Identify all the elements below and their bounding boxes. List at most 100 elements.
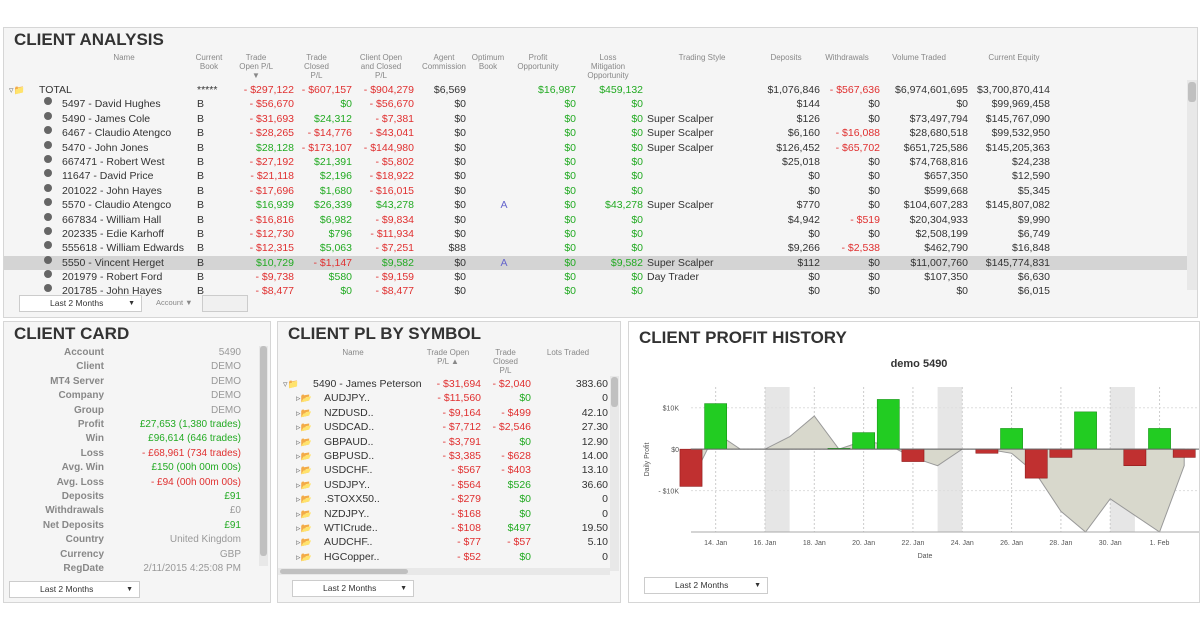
cell-dep: $0 xyxy=(808,227,820,240)
pl-row[interactable]: ▿📁 5490 - James Peterson - $31,694 - $2,040… xyxy=(278,377,613,391)
pl-period-dropdown[interactable]: Last 2 Months ▼ xyxy=(292,580,414,597)
cell-oc: - $8,477 xyxy=(375,285,414,298)
analysis-col-header[interactable]: Current Equity xyxy=(974,53,1054,62)
expand-arrow-icon[interactable]: ▹📂 xyxy=(296,463,312,477)
analysis-col-header[interactable]: Withdrawals xyxy=(816,53,878,62)
expand-folder-icon[interactable]: ▿📁 xyxy=(9,83,25,97)
table-row[interactable]: 201022 - John Hayes B - $17,696 $1,680 - $16… xyxy=(4,183,1187,198)
expand-arrow-icon[interactable]: ▹📂 xyxy=(296,420,312,434)
table-row[interactable]: 5490 - James Cole B - $31,693 $24,312 - $7,3… xyxy=(4,111,1187,126)
expand-folder-icon[interactable]: ▿📁 xyxy=(283,377,299,391)
pl-col-header[interactable]: Trade Closed P/L xyxy=(483,348,528,375)
total-row[interactable]: ▿📁 TOTAL ***** - $297,122 - $607,157 - $904,2… xyxy=(4,83,1187,97)
history-period-dropdown[interactable]: Last 2 Months ▼ xyxy=(644,577,768,594)
analysis-col-header[interactable]: Agent Commission xyxy=(422,53,466,71)
cell-open: - $77 xyxy=(457,536,481,549)
pl-row[interactable]: ▹📂 USDCAD.. - $7,712 - $2,546 27.30 xyxy=(278,420,613,434)
cell-eq: $9,990 xyxy=(1017,213,1050,226)
table-row[interactable]: 555618 - William Edwards B - $12,315 $5,063… xyxy=(4,241,1187,255)
expand-arrow-icon[interactable]: ▹📂 xyxy=(296,449,312,463)
table-row[interactable]: 202335 - Edie Karhoff B - $12,730 $796 - $11… xyxy=(4,226,1187,241)
bar[interactable] xyxy=(1148,428,1171,450)
analysis-period-dropdown[interactable]: Last 2 Months ▼ xyxy=(19,295,142,312)
card-period-dropdown[interactable]: Last 2 Months ▼ xyxy=(9,581,140,598)
table-row[interactable]: 5497 - David Hughes B - $56,670 $0 - $56,670… xyxy=(4,97,1187,111)
pl-col-header[interactable]: Lots Traded xyxy=(538,348,598,357)
analysis-col-header[interactable]: Trade Open P/L ▼ xyxy=(236,53,276,80)
pl-row[interactable]: ▹📂 NZDJPY.. - $168 $0 0 xyxy=(278,507,613,521)
pl-row[interactable]: ▹📂 HGCopper.. - $52 $0 0 xyxy=(278,550,613,564)
cell-agent: $0 xyxy=(454,170,466,183)
expand-arrow-icon[interactable]: ▹📂 xyxy=(296,406,312,420)
table-row[interactable]: 6467 - Claudio Atengco B - $28,265 - $14,77… xyxy=(4,126,1187,140)
pl-row[interactable]: ▹📂 NZDUSD.. - $9,164 - $499 42.10 xyxy=(278,406,613,420)
card-scroll-thumb[interactable] xyxy=(260,346,267,556)
cell-open: - $21,118 xyxy=(250,170,294,183)
bar[interactable] xyxy=(1123,448,1147,466)
table-row[interactable]: 5470 - John Jones B $28,128 - $173,107 - $14… xyxy=(4,140,1187,155)
pl-row[interactable]: ▹📂 USDJPY.. - $564 $526 36.60 xyxy=(278,478,613,492)
table-row[interactable]: 5570 - Claudio Atengco B $16,939 $26,339 $43… xyxy=(4,198,1187,212)
bar[interactable] xyxy=(704,403,728,450)
pl-row[interactable]: ▹📂 AUDJPY.. - $11,560 $0 0 xyxy=(278,391,613,405)
pl-scroll-thumb[interactable] xyxy=(611,377,618,407)
expand-arrow-icon[interactable]: ▹📂 xyxy=(296,507,312,521)
bar[interactable] xyxy=(1000,428,1023,450)
pl-row[interactable]: ▹📂 GBPAUD.. - $3,791 $0 12.90 xyxy=(278,435,613,449)
bar[interactable] xyxy=(852,432,875,450)
table-row[interactable]: 11647 - David Price B - $21,118 $2,196 - $18… xyxy=(4,169,1187,183)
bar[interactable] xyxy=(876,399,900,450)
expand-arrow-icon[interactable]: ▹📂 xyxy=(296,521,312,535)
card-scrollbar[interactable] xyxy=(259,346,268,566)
cell-vol: $11,007,760 xyxy=(910,256,968,269)
cell-lots: 42.10 xyxy=(581,406,608,419)
analysis-col-header[interactable]: Current Book xyxy=(194,53,224,71)
cell-eq: $24,238 xyxy=(1012,155,1050,168)
analysis-col-header[interactable]: Trade Closed P/L xyxy=(294,53,339,80)
account-filter-label[interactable]: Account ▼ xyxy=(156,298,193,307)
analysis-col-header[interactable]: Optimum Book xyxy=(470,53,506,71)
cell-open: $10,729 xyxy=(256,256,294,269)
analysis-scrollbar[interactable] xyxy=(1187,80,1197,290)
analysis-scroll-thumb[interactable] xyxy=(1188,82,1196,102)
bar[interactable] xyxy=(975,448,999,454)
cell-lots: 36.60 xyxy=(581,478,608,491)
analysis-col-header[interactable]: Loss Mitigation Opportunity xyxy=(580,53,636,80)
bar[interactable] xyxy=(1074,411,1097,450)
bar[interactable] xyxy=(1049,448,1073,458)
expand-arrow-icon[interactable]: ▹📂 xyxy=(296,435,312,449)
table-row[interactable]: 667834 - William Hall B - $16,816 $6,982 - $… xyxy=(4,212,1187,227)
pl-scrollbar[interactable] xyxy=(610,376,619,571)
pl-col-header[interactable]: Trade Open P/L ▲ xyxy=(418,348,478,366)
table-row[interactable]: 201785 - John Hayes B - $8,477 $0- $8,477 $0… xyxy=(4,284,1187,298)
analysis-col-header[interactable]: Trading Style xyxy=(654,53,750,62)
analysis-col-header[interactable]: Client Open and Closed P/L xyxy=(356,53,406,80)
pl-col-header[interactable]: Name xyxy=(308,348,398,357)
analysis-col-header[interactable]: Volume Traded xyxy=(884,53,954,62)
pl-row[interactable]: ▹📂 .STOXX50.. - $279 $0 0 xyxy=(278,492,613,506)
expand-arrow-icon[interactable]: ▹📂 xyxy=(296,391,312,405)
analysis-col-header[interactable]: Deposits xyxy=(756,53,816,62)
expand-arrow-icon[interactable]: ▹📂 xyxy=(296,550,312,564)
pl-row[interactable]: ▹📂 GBPUSD.. - $3,385 - $628 14.00 xyxy=(278,449,613,463)
expand-arrow-icon[interactable]: ▹📂 xyxy=(296,535,312,549)
analysis-col-header[interactable]: Name xyxy=(64,53,184,62)
pl-row[interactable]: ▹📂 USDCHF.. - $567 - $403 13.10 xyxy=(278,463,613,477)
analysis-col-header[interactable]: Profit Opportunity xyxy=(514,53,562,71)
pl-hscroll-thumb[interactable] xyxy=(280,569,408,574)
table-row[interactable]: 201979 - Robert Ford B - $9,738 $580 - $9,15… xyxy=(4,270,1187,284)
account-filter-input[interactable] xyxy=(202,295,248,312)
table-row[interactable]: 5550 - Vincent Herget B $10,729 - $1,147 $9,… xyxy=(4,255,1187,271)
expand-arrow-icon[interactable]: ▹📂 xyxy=(296,478,312,492)
pl-hscrollbar[interactable] xyxy=(278,568,610,575)
table-row[interactable]: 667471 - Robert West B - $27,192 $21,391 - $… xyxy=(4,154,1187,169)
bar[interactable] xyxy=(901,448,925,462)
bar[interactable] xyxy=(1024,448,1048,479)
pl-row[interactable]: ▹📂 WTICrude.. - $108 $497 19.50 xyxy=(278,521,613,535)
bar[interactable] xyxy=(679,448,703,487)
pl-row[interactable]: ▹📂 AUDCHF.. - $77 - $57 5.10 xyxy=(278,535,613,549)
expand-arrow-icon[interactable]: ▹📂 xyxy=(296,492,312,506)
cell-vol: $28,680,518 xyxy=(909,127,968,140)
cell-vol: $20,304,933 xyxy=(909,213,968,226)
bar[interactable] xyxy=(1172,448,1196,458)
